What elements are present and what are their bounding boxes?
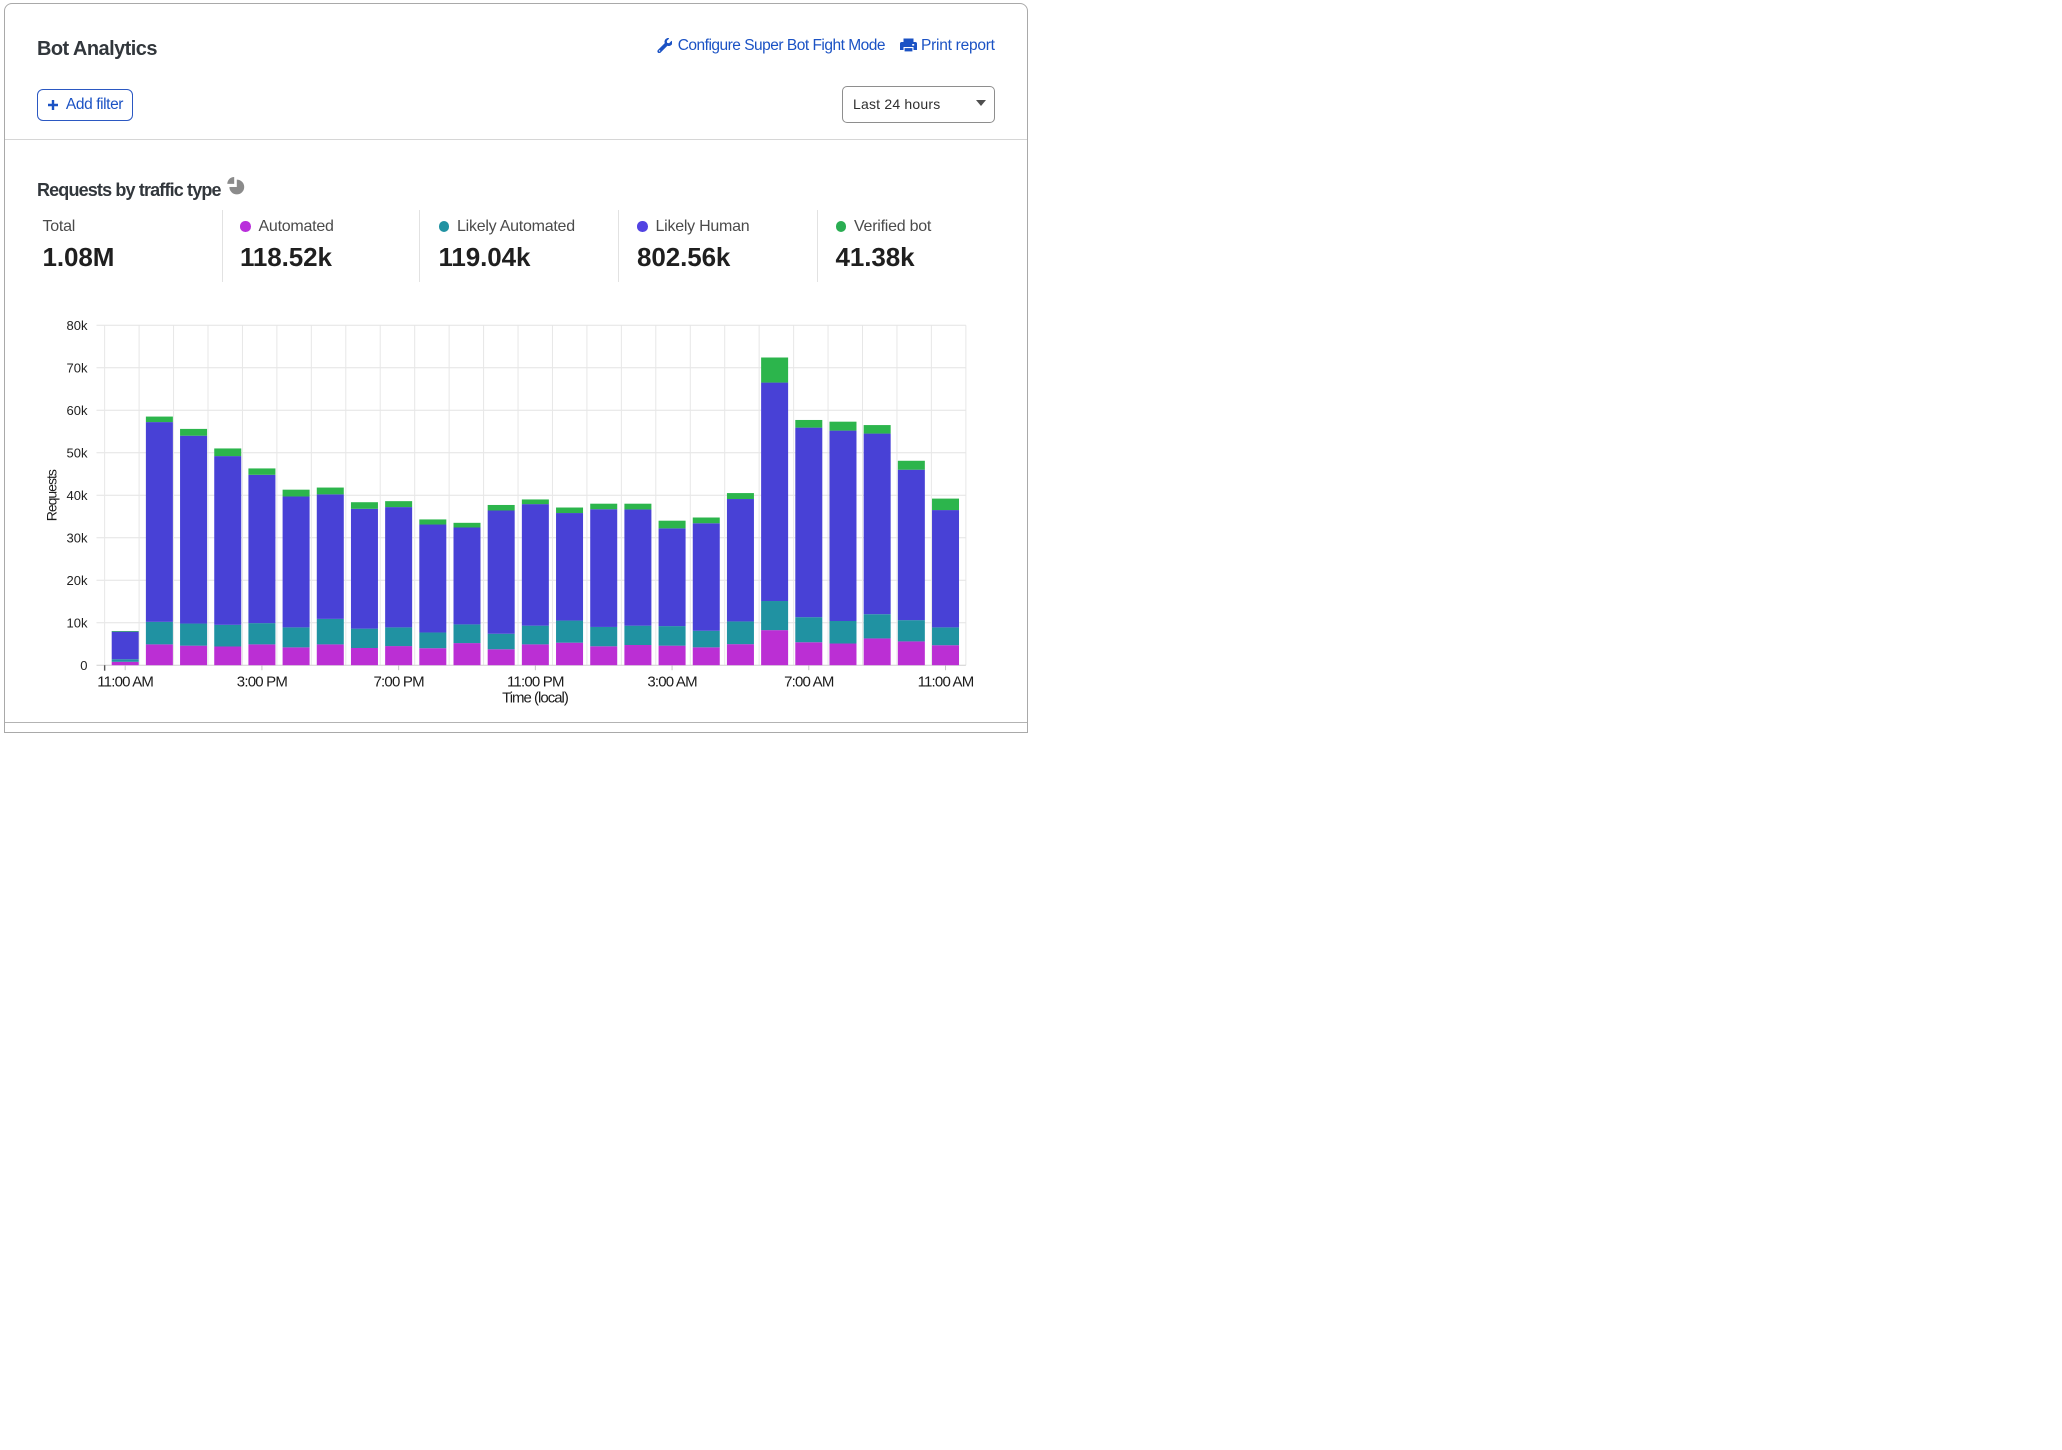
- svg-text:30k: 30k: [67, 530, 88, 545]
- svg-text:Time (local): Time (local): [502, 690, 569, 707]
- svg-text:11:00 PM: 11:00 PM: [507, 674, 564, 691]
- svg-text:70k: 70k: [67, 360, 88, 375]
- svg-text:50k: 50k: [67, 445, 88, 460]
- svg-text:40k: 40k: [67, 488, 88, 503]
- svg-text:11:00 AM: 11:00 AM: [97, 674, 153, 691]
- svg-text:3:00 PM: 3:00 PM: [237, 674, 288, 691]
- svg-text:7:00 AM: 7:00 AM: [784, 674, 834, 691]
- svg-text:10k: 10k: [67, 615, 88, 630]
- svg-text:80k: 80k: [67, 318, 88, 333]
- svg-text:0: 0: [80, 658, 87, 673]
- svg-text:11:00 AM: 11:00 AM: [918, 674, 974, 691]
- svg-text:3:00 AM: 3:00 AM: [647, 674, 697, 691]
- svg-text:7:00 PM: 7:00 PM: [374, 674, 425, 691]
- svg-text:60k: 60k: [67, 403, 88, 418]
- svg-text:Requests: Requests: [43, 469, 59, 521]
- svg-text:20k: 20k: [67, 573, 88, 588]
